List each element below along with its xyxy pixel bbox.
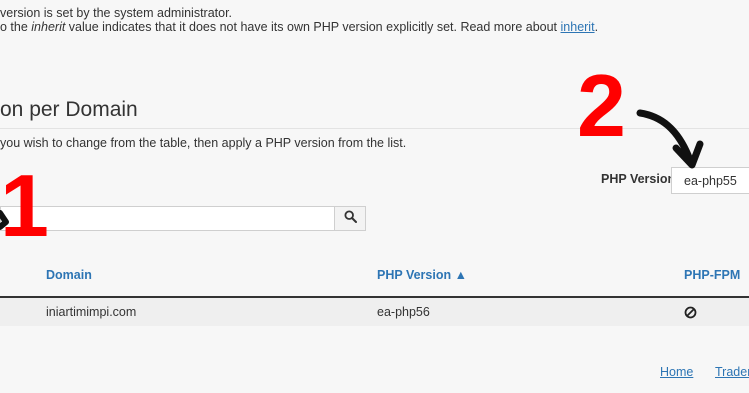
column-header-php-fpm[interactable]: PHP-FPM (684, 268, 740, 282)
annotation-arrows (0, 109, 704, 230)
footer-link-trader[interactable]: Trader (715, 365, 749, 379)
annotation-marker-1: 1 (0, 156, 49, 255)
search-button[interactable] (334, 206, 366, 231)
row-php-version: ea-php56 (377, 305, 430, 319)
footer-link-home[interactable]: Home (660, 365, 693, 379)
inherit-info-suffix: . (594, 20, 599, 34)
inherit-emphasis: inherit (31, 20, 66, 34)
section-description: you wish to change from the table, then … (0, 136, 407, 150)
inherit-info-middle: value indicates that it does not have it… (65, 20, 561, 34)
section-title: on per Domain (0, 98, 138, 121)
php-version-label: PHP Version (601, 172, 676, 186)
column-header-domain[interactable]: Domain (46, 268, 92, 282)
inherit-info-prefix: o the (0, 20, 32, 34)
admin-info-text: version is set by the system administrat… (0, 6, 233, 20)
row-domain: iniartimimpi.com (46, 305, 137, 319)
disabled-icon (684, 306, 697, 324)
php-version-select[interactable]: ea-php55 (671, 167, 749, 194)
annotation-marker-2: 2 (577, 56, 626, 155)
arrow-to-php-version-icon (636, 109, 704, 169)
column-header-php-version[interactable]: PHP Version ▲ (377, 268, 467, 282)
search-icon (343, 209, 357, 228)
inherit-link[interactable]: inherit (561, 20, 595, 34)
domain-search-input[interactable] (0, 206, 334, 231)
inherit-info-line: o the inherit value indicates that it do… (0, 20, 598, 34)
section-divider (0, 128, 749, 129)
